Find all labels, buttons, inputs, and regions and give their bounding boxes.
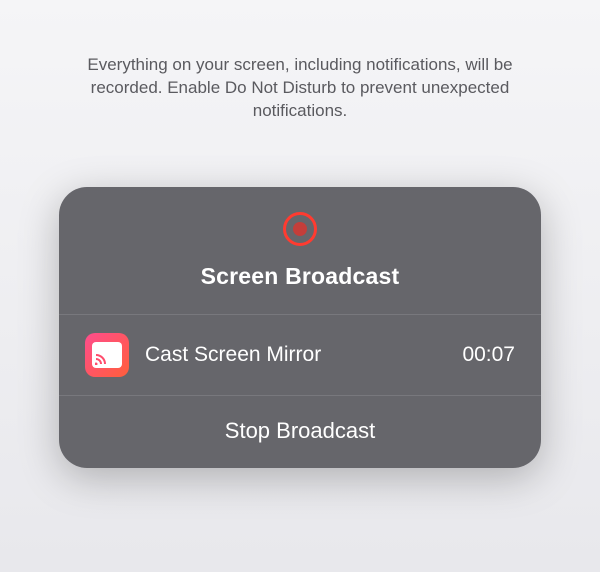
record-icon — [280, 209, 320, 249]
stop-broadcast-label: Stop Broadcast — [225, 418, 375, 444]
broadcast-modal: Screen Broadcast Cast Screen Mirror 00:0… — [59, 187, 541, 468]
recording-disclaimer-text: Everything on your screen, including not… — [80, 54, 520, 123]
cast-app-icon — [85, 333, 129, 377]
modal-title: Screen Broadcast — [201, 263, 400, 290]
broadcast-app-row[interactable]: Cast Screen Mirror 00:07 — [59, 315, 541, 395]
broadcast-app-name: Cast Screen Mirror — [145, 343, 446, 367]
stop-broadcast-button[interactable]: Stop Broadcast — [59, 396, 541, 468]
broadcast-timer: 00:07 — [462, 343, 515, 367]
modal-header: Screen Broadcast — [59, 187, 541, 314]
